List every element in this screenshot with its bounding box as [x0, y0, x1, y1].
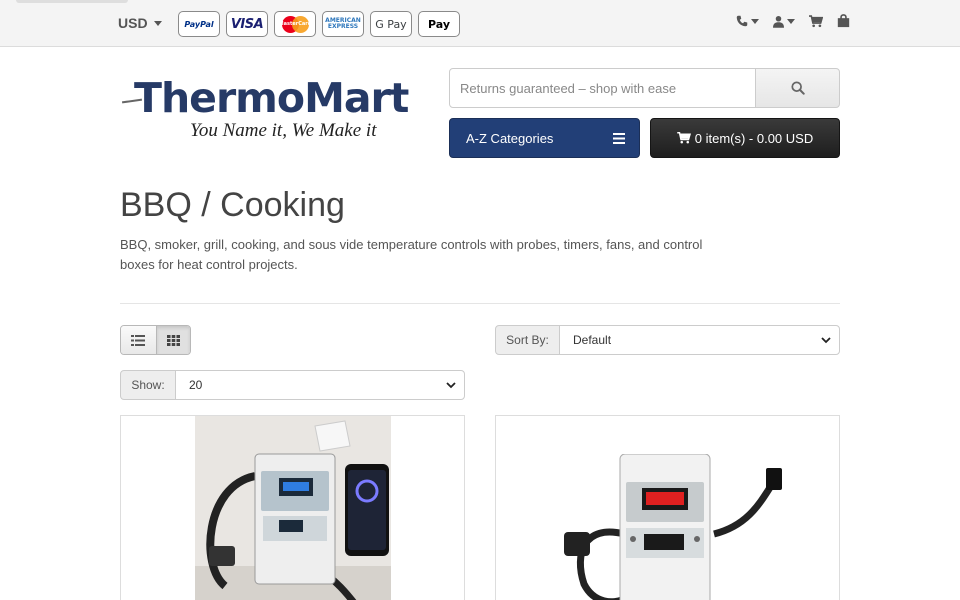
category-description: BBQ, smoker, grill, cooking, and sous vi… — [120, 237, 703, 272]
show-label: Show: — [120, 370, 176, 400]
checkout-link[interactable] — [837, 14, 850, 28]
amex-icon: AMERICAN EXPRESS — [322, 11, 364, 37]
top-tab-hint — [16, 0, 128, 3]
list-view-button[interactable] — [121, 326, 156, 354]
product-card[interactable] — [495, 415, 840, 600]
payment-methods: PayPal VISA MasterCard AMERICAN EXPRESS … — [178, 11, 460, 37]
sort-value: Default — [573, 333, 612, 347]
mastercard-icon: MasterCard — [274, 11, 316, 37]
user-icon — [773, 15, 784, 28]
cart-summary-label: 0 item(s) - 0.00 USD — [694, 130, 814, 146]
grid-view-icon — [166, 334, 180, 346]
apple-pay-icon: Pay — [418, 11, 460, 37]
chevron-down-icon — [446, 381, 456, 388]
search-input[interactable] — [449, 68, 756, 108]
search-icon — [790, 81, 805, 95]
product-image[interactable] — [554, 454, 784, 600]
categories-label: A-Z Categories — [466, 130, 554, 146]
site-logo[interactable]: ThermoMart You Name it, We Make it — [121, 74, 418, 142]
cart-icon — [677, 132, 691, 144]
logo-slogan: You Name it, We Make it — [190, 120, 377, 141]
search-button[interactable] — [755, 68, 840, 108]
cart-link[interactable] — [809, 14, 823, 28]
currency-dropdown[interactable]: USD — [118, 14, 162, 32]
cart-summary-button[interactable]: 0 item(s) - 0.00 USD — [650, 118, 840, 158]
currency-label: USD — [118, 15, 148, 31]
hamburger-menu-icon — [613, 132, 625, 144]
google-pay-icon: G Pay — [370, 11, 412, 37]
top-icon-group — [736, 14, 850, 28]
phone-dropdown[interactable] — [736, 15, 759, 27]
logo-name: ThermoMart — [134, 74, 409, 122]
paypal-icon: PayPal — [178, 11, 220, 37]
chevron-down-icon — [153, 20, 162, 26]
product-card[interactable] — [120, 415, 465, 600]
chevron-down-icon — [787, 18, 795, 24]
show-value: 20 — [189, 378, 203, 392]
view-toggle-group — [120, 325, 191, 355]
cart-icon — [809, 14, 823, 27]
show-limit-select[interactable]: 20 — [175, 370, 465, 400]
visa-icon: VISA — [226, 11, 268, 37]
divider — [120, 303, 840, 304]
top-bar: USD PayPal VISA MasterCard AMERICAN EXPR… — [0, 0, 960, 47]
chevron-down-icon — [751, 18, 759, 24]
page-title: BBQ / Cooking — [120, 186, 345, 224]
product-image[interactable] — [195, 416, 391, 600]
chevron-down-icon — [821, 336, 831, 343]
sort-label: Sort By: — [495, 325, 560, 355]
grid-view-button[interactable] — [155, 326, 190, 354]
bag-icon — [837, 14, 850, 28]
account-dropdown[interactable] — [773, 15, 795, 28]
sort-select[interactable]: Default — [559, 325, 840, 355]
categories-menu-button[interactable]: A-Z Categories — [449, 118, 640, 158]
phone-icon — [736, 15, 748, 27]
list-view-icon — [131, 334, 146, 346]
